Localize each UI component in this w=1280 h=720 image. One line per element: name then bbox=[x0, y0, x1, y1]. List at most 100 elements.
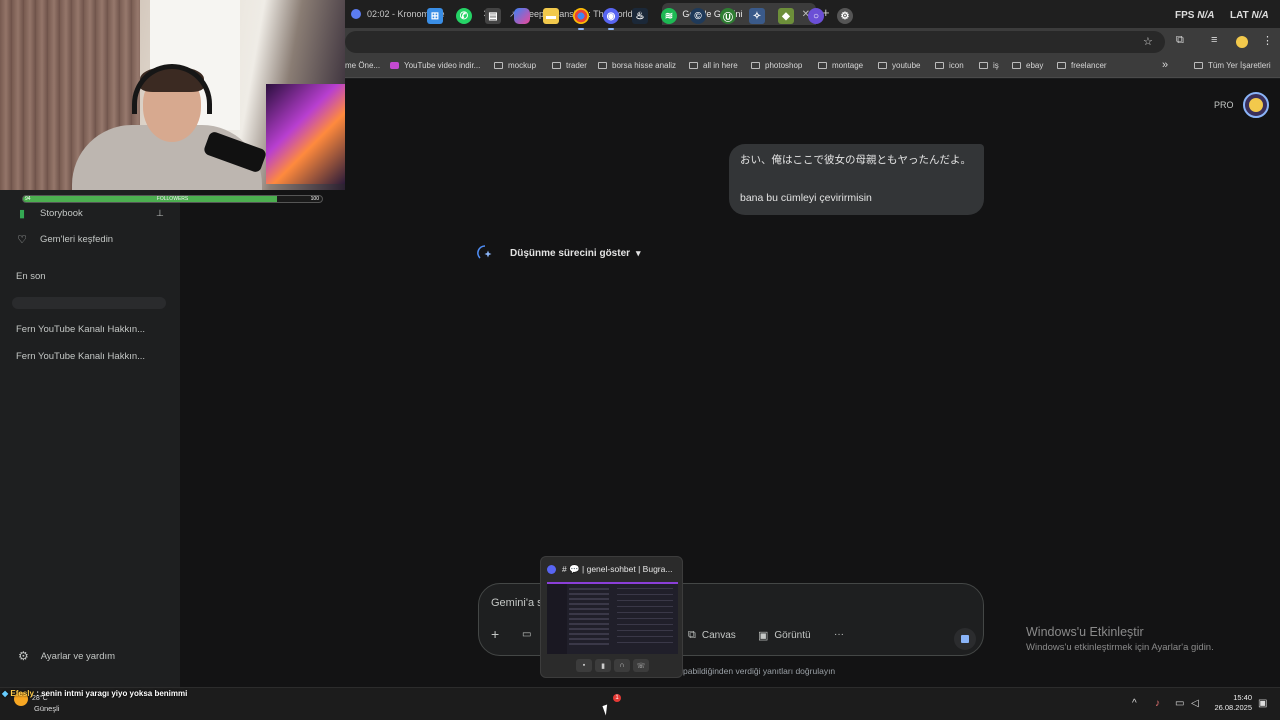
bookmark-label: montage bbox=[832, 61, 864, 70]
media-control-icon[interactable]: ≡ bbox=[1211, 34, 1217, 46]
show-thinking-toggle[interactable]: Düşünme sürecini göster ▾ bbox=[476, 244, 641, 262]
bookmark-folder[interactable]: borsa hisse analiz bbox=[598, 61, 676, 70]
image-button[interactable]: ▣ Görüntü bbox=[758, 629, 811, 642]
preview-title: # 💬 | genel-sohbet | Bugra... bbox=[547, 564, 672, 575]
clock-icon bbox=[351, 9, 361, 19]
menu-kebab-icon[interactable]: ⋮ bbox=[1262, 34, 1273, 47]
recent-chat-label: Fern YouTube Kanalı Hakkın... bbox=[16, 324, 146, 335]
folder-icon bbox=[598, 62, 607, 69]
recent-chat-item[interactable]: Fern YouTube Kanalı Hakkın... bbox=[16, 324, 145, 335]
recent-chat-item[interactable]: Fern YouTube Kanalı Hakkın... bbox=[16, 351, 145, 362]
preview-thumbnail[interactable] bbox=[547, 582, 678, 654]
headphones-icon[interactable]: ∩ bbox=[614, 659, 630, 672]
tab-kronometre[interactable]: 02:02 - Kronometre ✕ bbox=[345, 3, 497, 25]
more-bookmarks-button[interactable]: » bbox=[1162, 59, 1168, 71]
bookmark-folder[interactable]: iş bbox=[979, 61, 999, 70]
fps-label: FPS bbox=[1175, 10, 1195, 21]
canvas-button[interactable]: ⧉ Canvas bbox=[688, 629, 736, 642]
profile-avatar-icon[interactable] bbox=[1236, 36, 1248, 48]
screen: 02:02 - Kronometre ✕ ↗ DeepL Translate: … bbox=[0, 0, 1280, 720]
folder-icon bbox=[1012, 62, 1021, 69]
youtube-icon bbox=[390, 62, 399, 69]
c-app-icon[interactable]: © bbox=[690, 8, 706, 24]
avatar-image bbox=[1249, 98, 1263, 112]
folder-icon bbox=[979, 62, 988, 69]
settings-label: Ayarlar ve yardım bbox=[40, 650, 116, 662]
bookmark-folder[interactable]: freelancer bbox=[1057, 61, 1107, 70]
account-avatar[interactable] bbox=[1243, 92, 1269, 118]
settings-app-icon[interactable]: ⚙ bbox=[837, 8, 853, 24]
pro-badge: PRO bbox=[1214, 100, 1234, 110]
clock-date: 26.08.2025 bbox=[1214, 703, 1252, 712]
steam-icon[interactable]: ♨ bbox=[632, 8, 648, 24]
windows-start-icon[interactable]: ⊞ bbox=[427, 8, 443, 24]
spotify-icon[interactable]: ≋ bbox=[661, 8, 677, 24]
chat-text: : senin intmi yaragı yiyo yoksa benimmi bbox=[33, 689, 188, 698]
chat-badge-icon: ◆ bbox=[2, 689, 9, 698]
stop-generation-button[interactable] bbox=[954, 628, 976, 650]
recent-heading: En son bbox=[16, 271, 46, 282]
follower-goal-bar: 94 FOLLOWERS 100 bbox=[22, 195, 323, 203]
store-icon[interactable]: ▤ bbox=[485, 8, 501, 24]
sidebar-item-explore-gems[interactable]: ♡ Gem'leri keşfedin bbox=[16, 233, 113, 246]
bookmark-label: borsa hisse analiz bbox=[612, 61, 677, 70]
notification-badge: 1 bbox=[613, 694, 621, 702]
prompt-placeholder: Gemini'a s bbox=[491, 597, 543, 609]
gear-icon: ⚙ bbox=[18, 649, 29, 663]
bookmark-folder[interactable]: montage bbox=[818, 61, 863, 70]
file-explorer-icon[interactable]: ▬ bbox=[543, 8, 559, 24]
bookmark-folder[interactable]: trader bbox=[552, 61, 587, 70]
bookmark-folder[interactable]: ebay bbox=[1012, 61, 1043, 70]
network-icon[interactable]: ▭ bbox=[1175, 698, 1184, 709]
whatsapp-icon[interactable]: ✆ bbox=[456, 8, 472, 24]
pin-icon[interactable]: ⊥ bbox=[156, 208, 164, 219]
sidebar-item-storybook[interactable]: ▮ Storybook ⊥ bbox=[16, 207, 164, 220]
bookmark-label: photoshop bbox=[765, 61, 803, 70]
bookmark-folder[interactable]: youtube bbox=[878, 61, 920, 70]
cube-app-icon[interactable]: ◆ bbox=[778, 8, 794, 24]
add-attachment-icon[interactable]: + bbox=[491, 626, 499, 642]
notifications-icon[interactable]: ▣ bbox=[1258, 698, 1267, 709]
folder-icon bbox=[1057, 62, 1066, 69]
star-icon[interactable]: ☆ bbox=[1143, 35, 1153, 48]
gem-icon: ♡ bbox=[17, 233, 27, 246]
folder-icon bbox=[494, 62, 503, 69]
all-bookmarks-folder[interactable]: Tüm Yer İşaretleri bbox=[1194, 61, 1271, 70]
bookmark-folder[interactable]: photoshop bbox=[751, 61, 802, 70]
bookmark-folder[interactable]: icon bbox=[935, 61, 964, 70]
obs-icon[interactable]: ○ bbox=[808, 8, 824, 24]
bookmark-label: all in here bbox=[703, 61, 738, 70]
phone-icon[interactable]: ☏ bbox=[633, 659, 649, 672]
bookmark-label: iş bbox=[993, 61, 999, 70]
url-input[interactable]: ☆ bbox=[345, 31, 1165, 53]
microphone-tray-icon[interactable]: ♪ bbox=[1155, 698, 1160, 709]
bookmark-folder[interactable]: mockup bbox=[494, 61, 536, 70]
bookmark-item[interactable]: YouTube video indir... bbox=[390, 61, 480, 70]
upwork-icon[interactable]: Ⓤ bbox=[720, 8, 736, 24]
folder-icon bbox=[818, 62, 827, 69]
extensions-icon[interactable]: ⧉ bbox=[1176, 34, 1184, 47]
more-tools-button[interactable]: ··· bbox=[834, 629, 844, 640]
bookmark-folder[interactable]: all in here bbox=[689, 61, 738, 70]
network-app-icon[interactable]: ✧ bbox=[749, 8, 765, 24]
copilot-icon[interactable] bbox=[514, 8, 530, 24]
fps-value: N/A bbox=[1197, 10, 1215, 21]
lat-label: LAT bbox=[1230, 10, 1249, 21]
folder-icon bbox=[751, 62, 760, 69]
system-clock[interactable]: 15:40 26.08.2025 bbox=[1212, 693, 1252, 713]
fps-readout: FPS N/A bbox=[1175, 10, 1214, 21]
bookmark-item[interactable]: me Öne... bbox=[345, 61, 380, 70]
disclaimer-text: pabildiğinden verdiği yanıtları doğrulay… bbox=[683, 666, 836, 676]
chrome-icon[interactable] bbox=[573, 8, 589, 30]
chevron-up-icon[interactable]: ^ bbox=[1132, 698, 1137, 709]
stream-chat-message: ◆ Efesly : senin intmi yaragı yiyo yoksa… bbox=[2, 689, 187, 698]
tools-icon[interactable]: ▭ bbox=[522, 629, 531, 640]
microphone-icon[interactable]: ▮ bbox=[595, 659, 611, 672]
discord-taskbar-icon[interactable]: ◉ bbox=[603, 8, 619, 30]
taskbar-thumbnail-preview[interactable]: # 💬 | genel-sohbet | Bugra... ▪ ▮ ∩ ☏ bbox=[540, 556, 683, 678]
thumb-channel-list bbox=[569, 588, 609, 648]
camera-icon[interactable]: ▪ bbox=[576, 659, 592, 672]
activation-subtitle: Windows'u etkinleştirmek için Ayarlar'a … bbox=[1026, 642, 1214, 653]
settings-help-button[interactable]: ⚙ Ayarlar ve yardım bbox=[18, 649, 115, 663]
volume-icon[interactable]: ◁ bbox=[1191, 698, 1199, 709]
